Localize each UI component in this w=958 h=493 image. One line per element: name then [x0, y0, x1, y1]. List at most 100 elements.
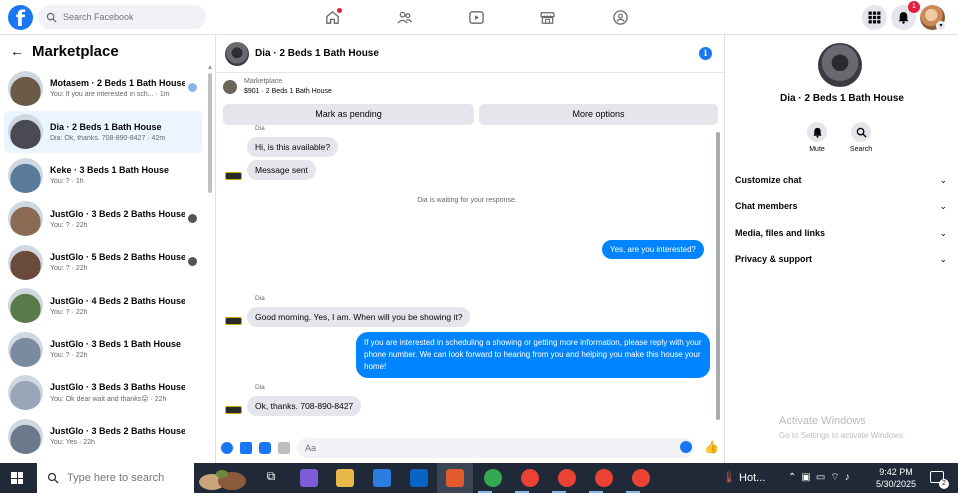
chat-title[interactable]: Dia · 2 Beds 1 Bath House — [255, 48, 379, 59]
chat-avatar[interactable] — [225, 41, 249, 66]
task-view-icon[interactable]: ⧉ — [262, 469, 280, 487]
info-icon[interactable]: i — [699, 47, 712, 60]
thread-preview: You: Ok dear wait and thanks😛 · 22h — [50, 396, 167, 403]
more-options-button[interactable]: More options — [479, 104, 718, 125]
chrome-profile-icon[interactable] — [632, 469, 650, 487]
chevron-down-icon: ⌄ — [939, 253, 947, 264]
thread-title: JustGlo · 3 Beds 3 Baths House — [50, 382, 185, 392]
message-input[interactable] — [297, 438, 694, 458]
nav-video[interactable] — [464, 6, 488, 28]
app-icon[interactable] — [446, 469, 464, 487]
chevron-down-icon[interactable]: ▾ — [936, 21, 946, 31]
facebook-logo[interactable]: f — [8, 5, 33, 30]
sender-avatar[interactable] — [225, 406, 242, 414]
thread-title: Keke · 3 Beds 1 Bath House — [50, 165, 170, 175]
video-icon — [468, 10, 484, 24]
scroll-up-arrow-icon[interactable]: ▲ — [207, 65, 213, 71]
thread-item[interactable]: Keke · 3 Beds 1 Bath House You: ? · 1h — [4, 154, 202, 196]
thread-item[interactable]: JustGlo · 4 Beds 2 Baths House You: ? · 2… — [4, 285, 202, 327]
listing-source: Marketplace — [244, 78, 283, 85]
chrome-profile-icon[interactable] — [595, 469, 613, 487]
nav-friends[interactable] — [392, 6, 416, 28]
thread-item[interactable]: JustGlo · 3 Beds 3 Baths House You: Ok de… — [4, 372, 202, 414]
sticker-icon[interactable] — [259, 442, 271, 454]
incoming-message[interactable]: Good morning. Yes, I am. When will you b… — [247, 307, 471, 327]
listing-summary[interactable]: Marketplace $901 · 2 Beds 1 Bath House — [223, 78, 332, 95]
thread-avatar — [8, 201, 43, 236]
thread-item[interactable]: Motasem · 2 Beds 1 Bath House You: If you… — [4, 67, 202, 109]
clock-date: 5/30/2025 — [876, 479, 917, 489]
sidebar-header: ← Marketplace — [0, 35, 215, 67]
chat-header: Dia · 2 Beds 1 Bath House i — [217, 35, 724, 73]
search-highlight-image[interactable] — [196, 467, 251, 491]
windows-start-icon[interactable] — [11, 472, 23, 484]
thread-title: Motasem · 2 Beds 1 Bath House — [50, 78, 185, 88]
thumbs-up-icon[interactable]: 👍 — [704, 440, 719, 454]
message-list: Dia Hi, is this available? Message sent … — [217, 125, 717, 431]
taskbar-search-box[interactable] — [37, 463, 194, 493]
nav-groups[interactable] — [608, 6, 632, 28]
groups-icon — [612, 9, 628, 25]
weather-widget[interactable]: 🌡 Hot... — [722, 471, 765, 484]
sender-name: Dia — [255, 295, 265, 302]
emoji-icon[interactable] — [680, 441, 692, 453]
thread-avatar — [8, 418, 43, 454]
sidebar-title: Marketplace — [32, 42, 119, 60]
contact-avatar[interactable] — [818, 43, 862, 87]
search-label: Search — [849, 146, 873, 153]
media-files-links-row[interactable]: Media, files and links ⌄ — [735, 223, 947, 243]
sidebar-scrollbar[interactable] — [208, 73, 212, 193]
chrome-profile-icon[interactable] — [521, 469, 539, 487]
nav-marketplace[interactable] — [535, 6, 559, 28]
outlook-icon[interactable] — [410, 469, 428, 487]
file-explorer-icon[interactable] — [336, 469, 354, 487]
thread-title: JustGlo · 3 Beds 2 Baths House — [50, 426, 185, 436]
facebook-search-input[interactable] — [63, 12, 193, 22]
store-icon[interactable] — [373, 469, 391, 487]
back-arrow-icon[interactable]: ← — [10, 43, 24, 59]
facebook-search-box[interactable] — [38, 5, 206, 29]
taskbar-search-input[interactable] — [67, 472, 187, 484]
photo-icon[interactable] — [240, 442, 252, 454]
chrome-profile-icon[interactable] — [558, 469, 576, 487]
sender-avatar[interactable] — [225, 317, 242, 325]
listing-price: $901 · 2 Beds 1 Bath House — [244, 88, 332, 95]
incoming-message[interactable]: Ok, thanks. 708-890-8427 — [247, 396, 362, 416]
windows-taskbar: ⧉ 🌡 Hot... ⌃▣▭⌔♪ 9:42 PM 5/30/2025 2 — [0, 463, 958, 493]
thread-item[interactable]: JustGlo · 3 Beds 1 Bath House You: ? · 22… — [4, 328, 202, 370]
clock[interactable]: 9:42 PM 5/30/2025 — [876, 466, 916, 490]
thread-item[interactable]: JustGlo · 3 Beds 2 Baths House You: ? · 2… — [4, 198, 202, 240]
notifications-button[interactable]: 1 — [891, 1, 920, 30]
chat-members-row[interactable]: Chat members ⌄ — [735, 196, 947, 216]
thread-item[interactable]: Dia · 2 Beds 1 Bath House Dia: Ok, thanks… — [4, 110, 202, 153]
mute-button[interactable]: Mute — [797, 122, 837, 153]
chrome-icon[interactable] — [484, 469, 502, 487]
chat-scrollbar[interactable] — [716, 132, 720, 420]
notification-center-badge: 2 — [939, 479, 949, 489]
thread-preview: You: ? · 22h — [50, 221, 88, 229]
gif-icon[interactable] — [278, 442, 290, 454]
read-receipt-avatar — [188, 83, 197, 92]
thread-item[interactable]: JustGlo · 5 Beds 2 Baths House You: ? · 2… — [4, 241, 202, 283]
mark-as-pending-button[interactable]: Mark as pending — [223, 104, 474, 125]
system-tray[interactable]: ⌃▣▭⌔♪ — [788, 471, 855, 484]
incoming-message[interactable]: Message sent — [247, 160, 316, 180]
search-icon — [856, 127, 867, 138]
contact-name: Dia · 2 Beds 1 Bath House — [780, 93, 904, 104]
copilot-icon[interactable] — [300, 469, 318, 487]
home-notification-dot — [337, 8, 342, 13]
menu-grid-icon — [868, 11, 881, 24]
plus-icon[interactable] — [221, 442, 233, 454]
outgoing-message[interactable]: If you are interested in scheduling a sh… — [356, 332, 710, 378]
bell-icon — [812, 127, 822, 138]
menu-button[interactable] — [862, 5, 887, 30]
search-in-conversation-button[interactable]: Search — [841, 122, 881, 153]
privacy-support-row[interactable]: Privacy & support ⌄ — [735, 249, 947, 269]
thread-preview: You: ? · 22h — [50, 308, 88, 316]
nav-home[interactable] — [320, 6, 344, 28]
outgoing-message[interactable]: Yes, are you interested? — [602, 240, 704, 259]
sender-avatar[interactable] — [225, 172, 242, 180]
thread-item[interactable]: JustGlo · 3 Beds 2 Baths House You: Yes ·… — [4, 415, 202, 457]
incoming-message[interactable]: Hi, is this available? — [247, 137, 339, 157]
customize-chat-row[interactable]: Customize chat ⌄ — [735, 170, 947, 190]
